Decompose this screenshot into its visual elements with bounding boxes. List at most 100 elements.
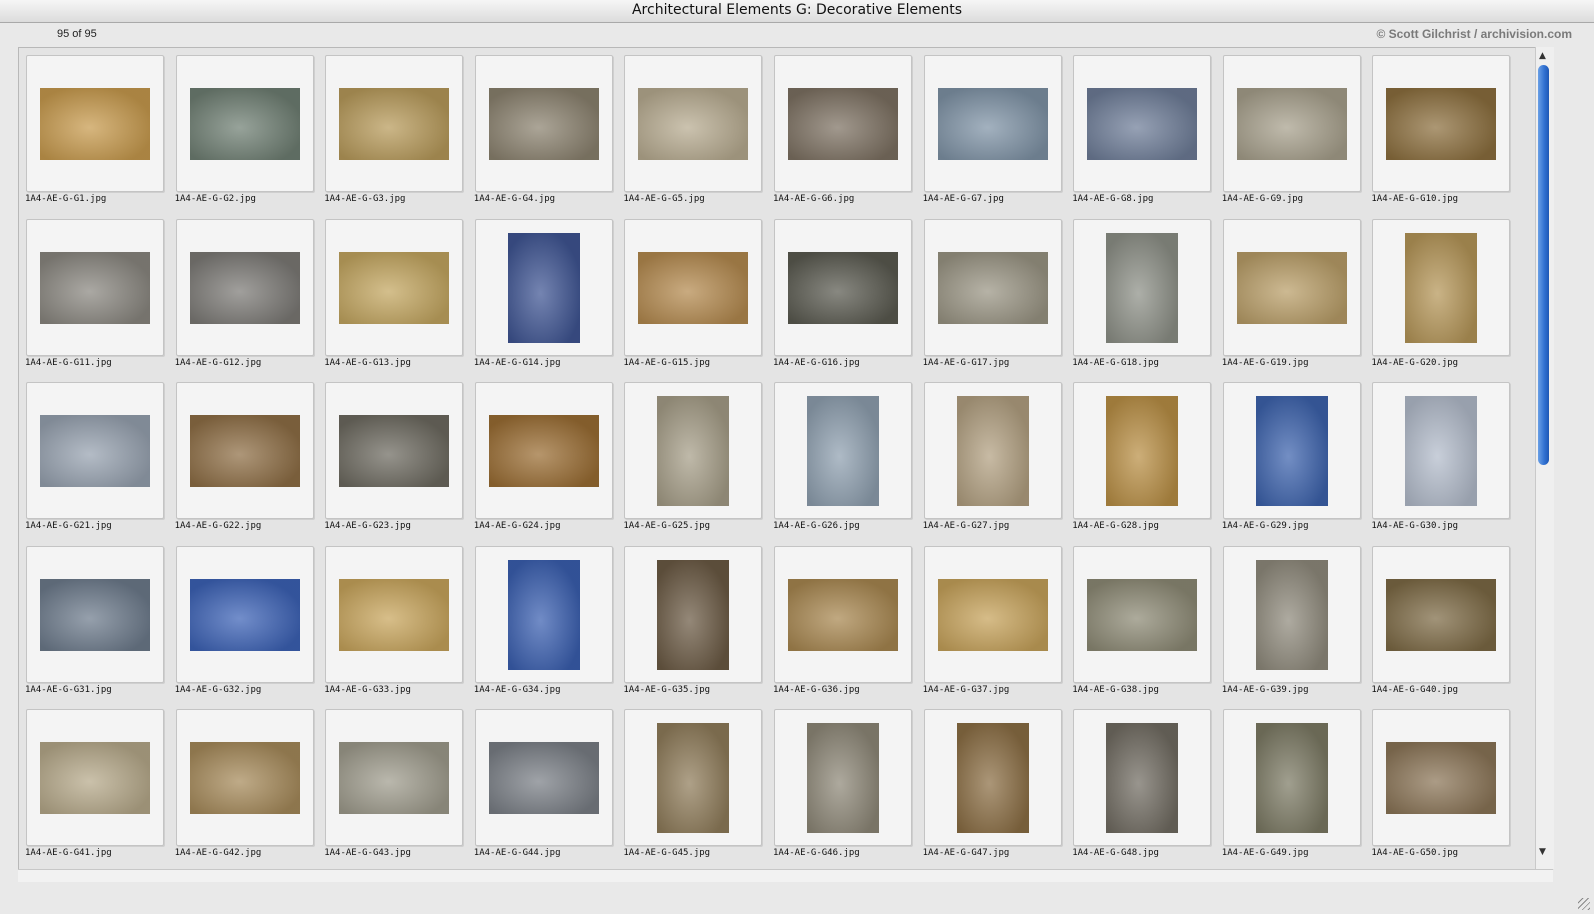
thumbnail-image[interactable] xyxy=(638,251,749,324)
thumbnail-item[interactable]: 1A4-AE-G-G4.jpg xyxy=(468,48,618,211)
thumbnail-frame[interactable] xyxy=(774,709,912,846)
thumbnail-item[interactable]: 1A4-AE-G-G41.jpg xyxy=(19,702,169,865)
thumbnail-frame[interactable] xyxy=(1073,709,1212,846)
resize-grip-icon[interactable] xyxy=(1578,898,1590,910)
thumbnail-frame[interactable] xyxy=(26,218,164,356)
thumbnail-item[interactable]: 1A4-AE-G-G9.jpg xyxy=(1216,48,1366,211)
thumbnail-frame[interactable] xyxy=(774,218,912,356)
scroll-down-icon[interactable]: ▼ xyxy=(1539,847,1546,857)
thumbnail-frame[interactable] xyxy=(1222,545,1361,683)
thumbnail-frame[interactable] xyxy=(774,382,912,519)
thumbnail-item[interactable]: 1A4-AE-G-G7.jpg xyxy=(917,48,1067,211)
thumbnail-image[interactable] xyxy=(189,251,300,324)
thumbnail-item[interactable]: 1A4-AE-G-G38.jpg xyxy=(1066,539,1216,702)
thumbnail-item[interactable]: 1A4-AE-G-G11.jpg xyxy=(19,212,169,375)
thumbnail-image[interactable] xyxy=(339,578,450,651)
thumbnail-item[interactable]: 1A4-AE-G-G2.jpg xyxy=(169,48,319,211)
thumbnail-frame[interactable] xyxy=(325,218,464,356)
thumbnail-image[interactable] xyxy=(1386,742,1497,814)
thumbnail-item[interactable]: 1A4-AE-G-G47.jpg xyxy=(917,702,1067,865)
thumbnail-frame[interactable] xyxy=(1372,709,1511,846)
thumbnail-frame[interactable] xyxy=(175,218,314,356)
thumbnail-image[interactable] xyxy=(1405,396,1478,506)
thumbnail-image[interactable] xyxy=(1255,396,1328,506)
thumbnail-item[interactable]: 1A4-AE-G-G6.jpg xyxy=(767,48,917,211)
thumbnail-item[interactable]: 1A4-AE-G-G17.jpg xyxy=(917,212,1067,375)
thumbnail-image[interactable] xyxy=(189,578,300,651)
thumbnail-item[interactable]: 1A4-AE-G-G16.jpg xyxy=(767,212,917,375)
thumbnail-image[interactable] xyxy=(788,251,898,324)
scroll-thumb[interactable] xyxy=(1538,65,1549,465)
thumbnail-image[interactable] xyxy=(657,396,730,506)
thumbnail-frame[interactable] xyxy=(325,709,464,846)
thumbnail-item[interactable]: 1A4-AE-G-G30.jpg xyxy=(1365,375,1515,538)
thumbnail-image[interactable] xyxy=(339,742,450,814)
thumbnail-item[interactable]: 1A4-AE-G-G43.jpg xyxy=(318,702,468,865)
thumbnail-image[interactable] xyxy=(1087,578,1198,651)
thumbnail-image[interactable] xyxy=(1236,88,1347,160)
thumbnail-frame[interactable] xyxy=(325,382,464,519)
thumbnail-image[interactable] xyxy=(1386,578,1497,651)
thumbnail-image[interactable] xyxy=(788,88,898,160)
thumbnail-item[interactable]: 1A4-AE-G-G33.jpg xyxy=(318,539,468,702)
thumbnail-image[interactable] xyxy=(189,742,300,814)
thumbnail-image[interactable] xyxy=(488,742,599,814)
thumbnail-image[interactable] xyxy=(1386,88,1497,160)
thumbnail-frame[interactable] xyxy=(1073,55,1212,192)
thumbnail-item[interactable]: 1A4-AE-G-G36.jpg xyxy=(767,539,917,702)
thumbnail-image[interactable] xyxy=(1255,723,1328,833)
thumbnail-item[interactable]: 1A4-AE-G-G21.jpg xyxy=(19,375,169,538)
thumbnail-item[interactable]: 1A4-AE-G-G34.jpg xyxy=(468,539,618,702)
thumbnail-image[interactable] xyxy=(788,578,898,651)
thumbnail-item[interactable]: 1A4-AE-G-G42.jpg xyxy=(169,702,319,865)
thumbnail-image[interactable] xyxy=(657,559,730,670)
thumbnail-frame[interactable] xyxy=(474,709,613,846)
thumbnail-frame[interactable] xyxy=(1372,218,1511,356)
thumbnail-image[interactable] xyxy=(339,415,450,487)
thumbnail-item[interactable]: 1A4-AE-G-G39.jpg xyxy=(1216,539,1366,702)
thumbnail-item[interactable]: 1A4-AE-G-G49.jpg xyxy=(1216,702,1366,865)
thumbnail-item[interactable]: 1A4-AE-G-G44.jpg xyxy=(468,702,618,865)
thumbnail-item[interactable]: 1A4-AE-G-G19.jpg xyxy=(1216,212,1366,375)
thumbnail-frame[interactable] xyxy=(624,709,763,846)
thumbnail-item[interactable]: 1A4-AE-G-G50.jpg xyxy=(1365,702,1515,865)
thumbnail-frame[interactable] xyxy=(1073,545,1212,683)
thumbnail-item[interactable]: 1A4-AE-G-G48.jpg xyxy=(1066,702,1216,865)
thumbnail-item[interactable]: 1A4-AE-G-G35.jpg xyxy=(617,539,767,702)
thumbnail-frame[interactable] xyxy=(1222,218,1361,356)
thumbnail-frame[interactable] xyxy=(1372,545,1511,683)
thumbnail-image[interactable] xyxy=(1106,723,1179,833)
thumbnail-image[interactable] xyxy=(189,415,300,487)
thumbnail-item[interactable]: 1A4-AE-G-G23.jpg xyxy=(318,375,468,538)
thumbnail-frame[interactable] xyxy=(474,545,613,683)
thumbnail-image[interactable] xyxy=(638,88,749,160)
thumbnail-frame[interactable] xyxy=(1372,382,1511,519)
thumbnail-frame[interactable] xyxy=(325,545,464,683)
thumbnail-frame[interactable] xyxy=(624,545,763,683)
thumbnail-item[interactable]: 1A4-AE-G-G14.jpg xyxy=(468,212,618,375)
thumbnail-frame[interactable] xyxy=(1222,55,1361,192)
thumbnail-frame[interactable] xyxy=(923,218,1062,356)
thumbnail-frame[interactable] xyxy=(26,382,164,519)
thumbnail-frame[interactable] xyxy=(923,55,1062,192)
thumbnail-image[interactable] xyxy=(937,88,1048,160)
vertical-scrollbar[interactable]: ▲ ▼ xyxy=(1535,47,1554,869)
thumbnail-item[interactable]: 1A4-AE-G-G18.jpg xyxy=(1066,212,1216,375)
thumbnail-item[interactable]: 1A4-AE-G-G40.jpg xyxy=(1365,539,1515,702)
thumbnail-image[interactable] xyxy=(507,232,580,343)
thumbnail-image[interactable] xyxy=(937,578,1048,651)
thumbnail-frame[interactable] xyxy=(774,545,912,683)
thumbnail-item[interactable]: 1A4-AE-G-G24.jpg xyxy=(468,375,618,538)
thumbnail-frame[interactable] xyxy=(1222,382,1361,519)
thumbnail-item[interactable]: 1A4-AE-G-G8.jpg xyxy=(1066,48,1216,211)
thumbnail-frame[interactable] xyxy=(1372,55,1511,192)
thumbnail-image[interactable] xyxy=(488,415,599,487)
thumbnail-frame[interactable] xyxy=(175,545,314,683)
thumbnail-frame[interactable] xyxy=(624,218,763,356)
thumbnail-image[interactable] xyxy=(507,559,580,670)
thumbnail-image[interactable] xyxy=(189,88,300,160)
thumbnail-image[interactable] xyxy=(1255,559,1328,670)
thumbnail-image[interactable] xyxy=(807,723,879,833)
thumbnail-frame[interactable] xyxy=(474,382,613,519)
thumbnail-item[interactable]: 1A4-AE-G-G1.jpg xyxy=(19,48,169,211)
